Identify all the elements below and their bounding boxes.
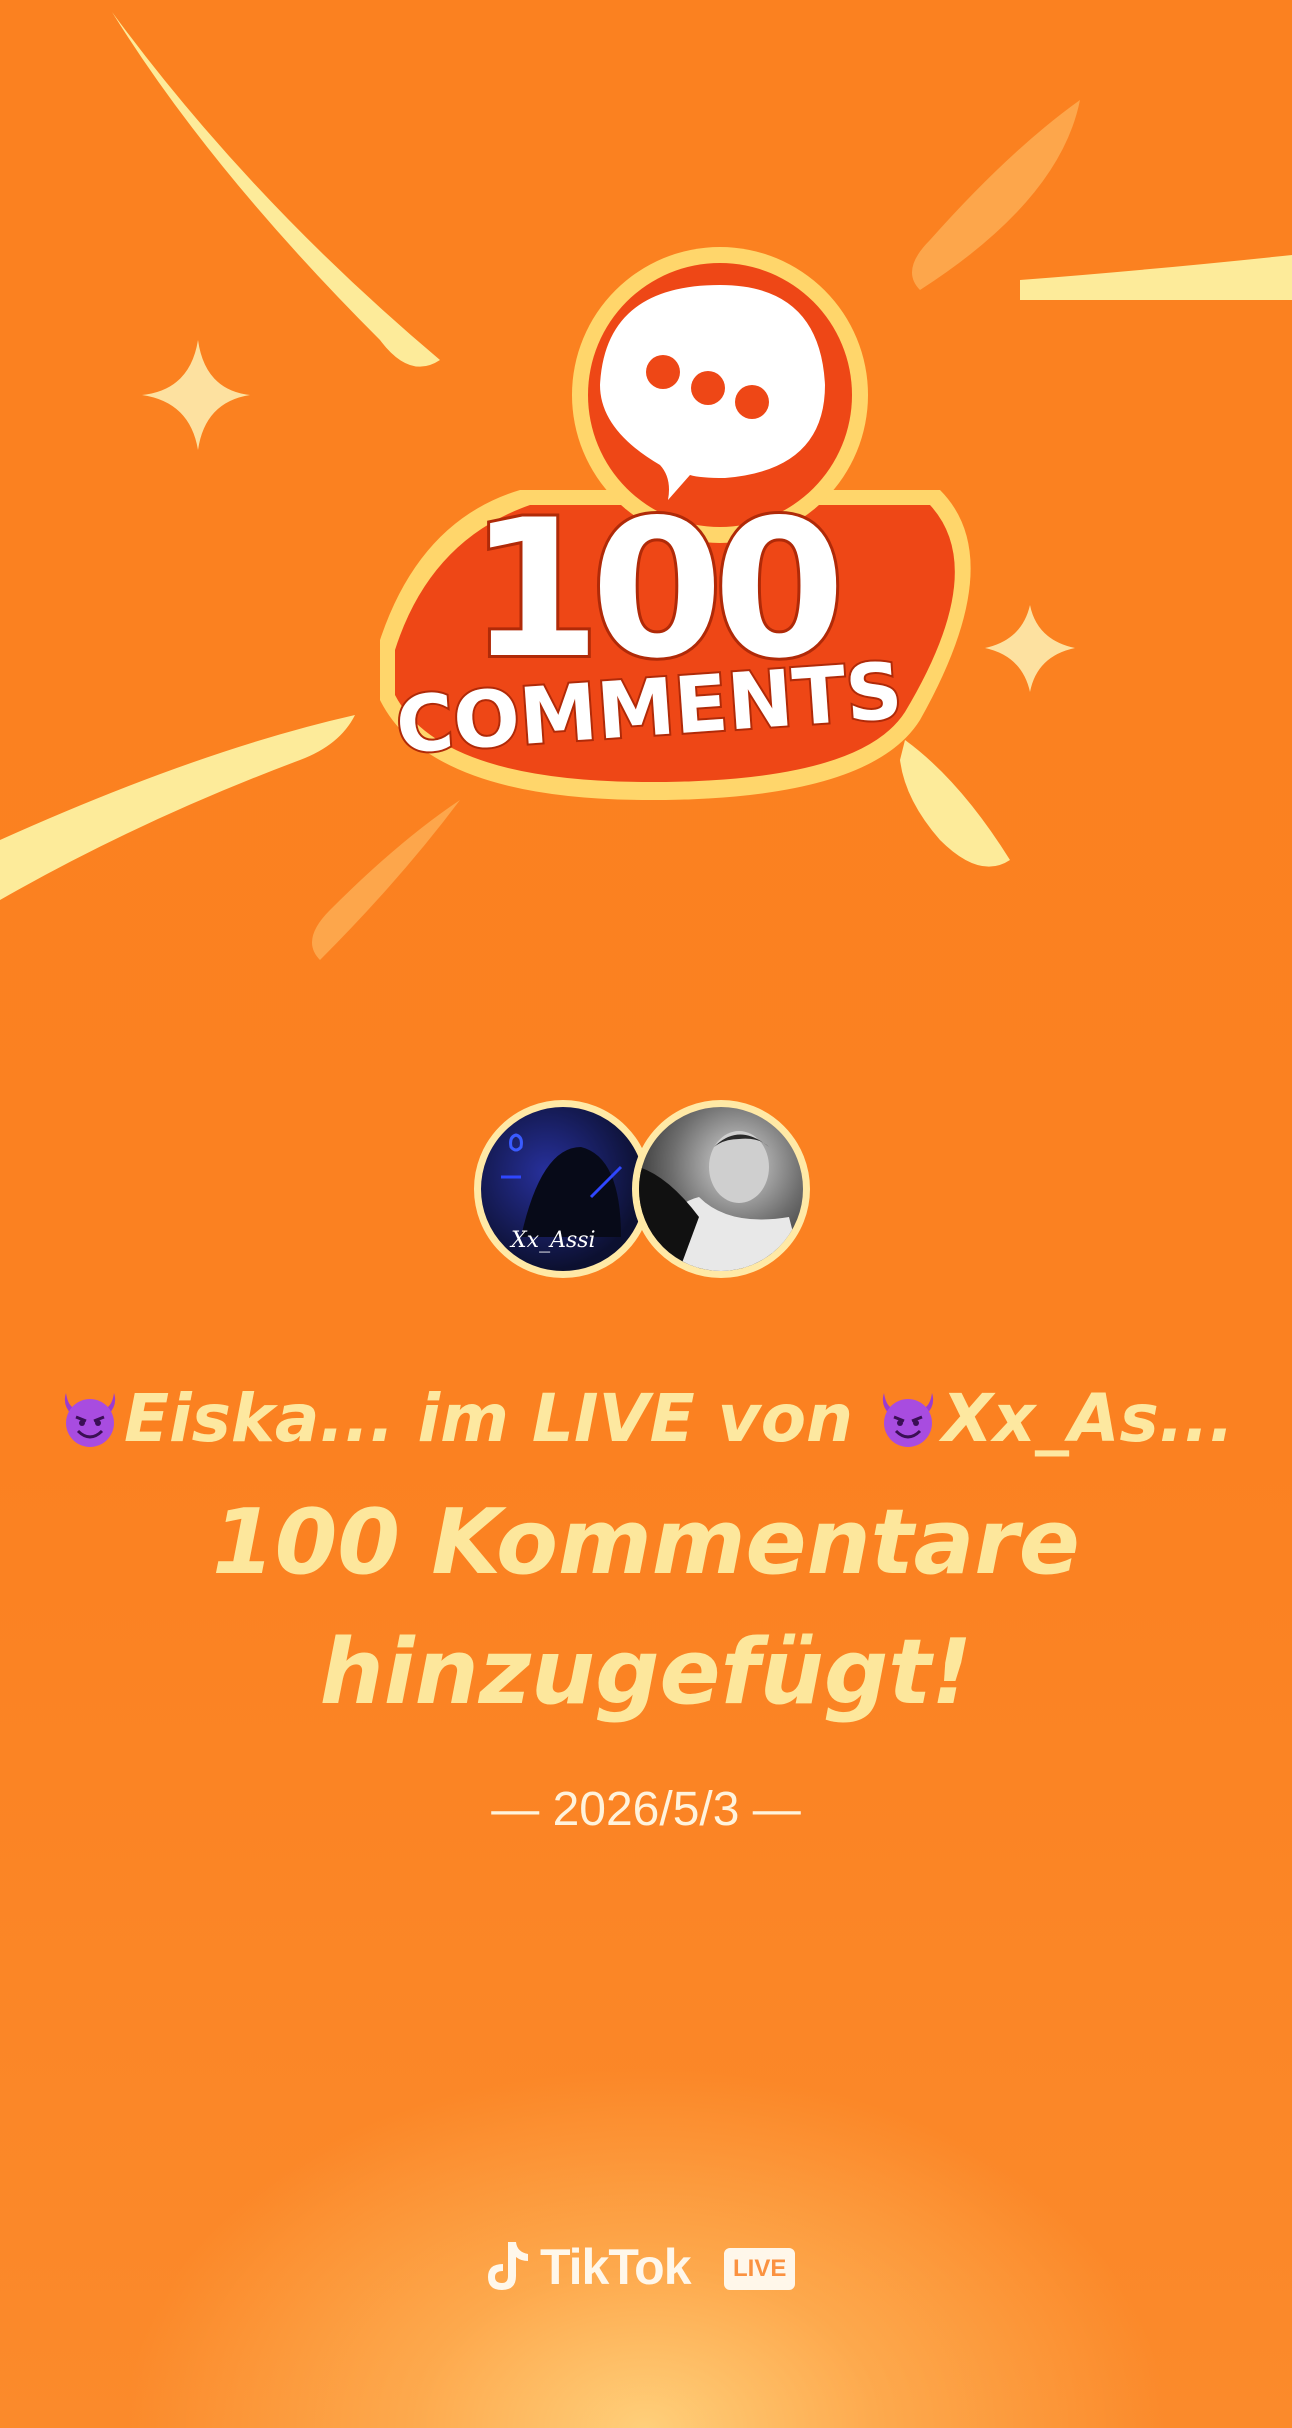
viewer-name[interactable]: Eiska... bbox=[124, 1380, 395, 1457]
svg-text:Xx_Assi: Xx_Assi bbox=[509, 1228, 596, 1253]
viewer-avatar[interactable]: Xx_Assi bbox=[474, 1100, 652, 1278]
milestone-date: — 2026/5/3 — bbox=[491, 1783, 801, 1836]
brand-name: TikTok bbox=[540, 2239, 692, 2295]
live-participants-line: Eiska... im LIVE von Xx_As... bbox=[0, 1380, 1292, 1457]
host-avatar[interactable] bbox=[632, 1100, 810, 1278]
tiktok-live-logo: TikTok LIVE bbox=[484, 2238, 814, 2298]
smiling-devil-icon bbox=[882, 1393, 934, 1447]
milestone-title-line2: hinzugefügt! bbox=[319, 1620, 973, 1725]
host-name[interactable]: Xx_As... bbox=[942, 1380, 1234, 1457]
milestone-title-line1: 100 Kommentare bbox=[212, 1490, 1080, 1595]
names-connector: im LIVE von bbox=[394, 1380, 877, 1457]
smiling-devil-icon bbox=[64, 1393, 116, 1447]
comments-milestone-badge: 100 COMMENTS bbox=[380, 247, 971, 800]
avatar-group: Xx_Assi bbox=[474, 1100, 814, 1290]
tiktok-note-icon bbox=[488, 2242, 528, 2290]
live-tag: LIVE bbox=[724, 2248, 796, 2290]
